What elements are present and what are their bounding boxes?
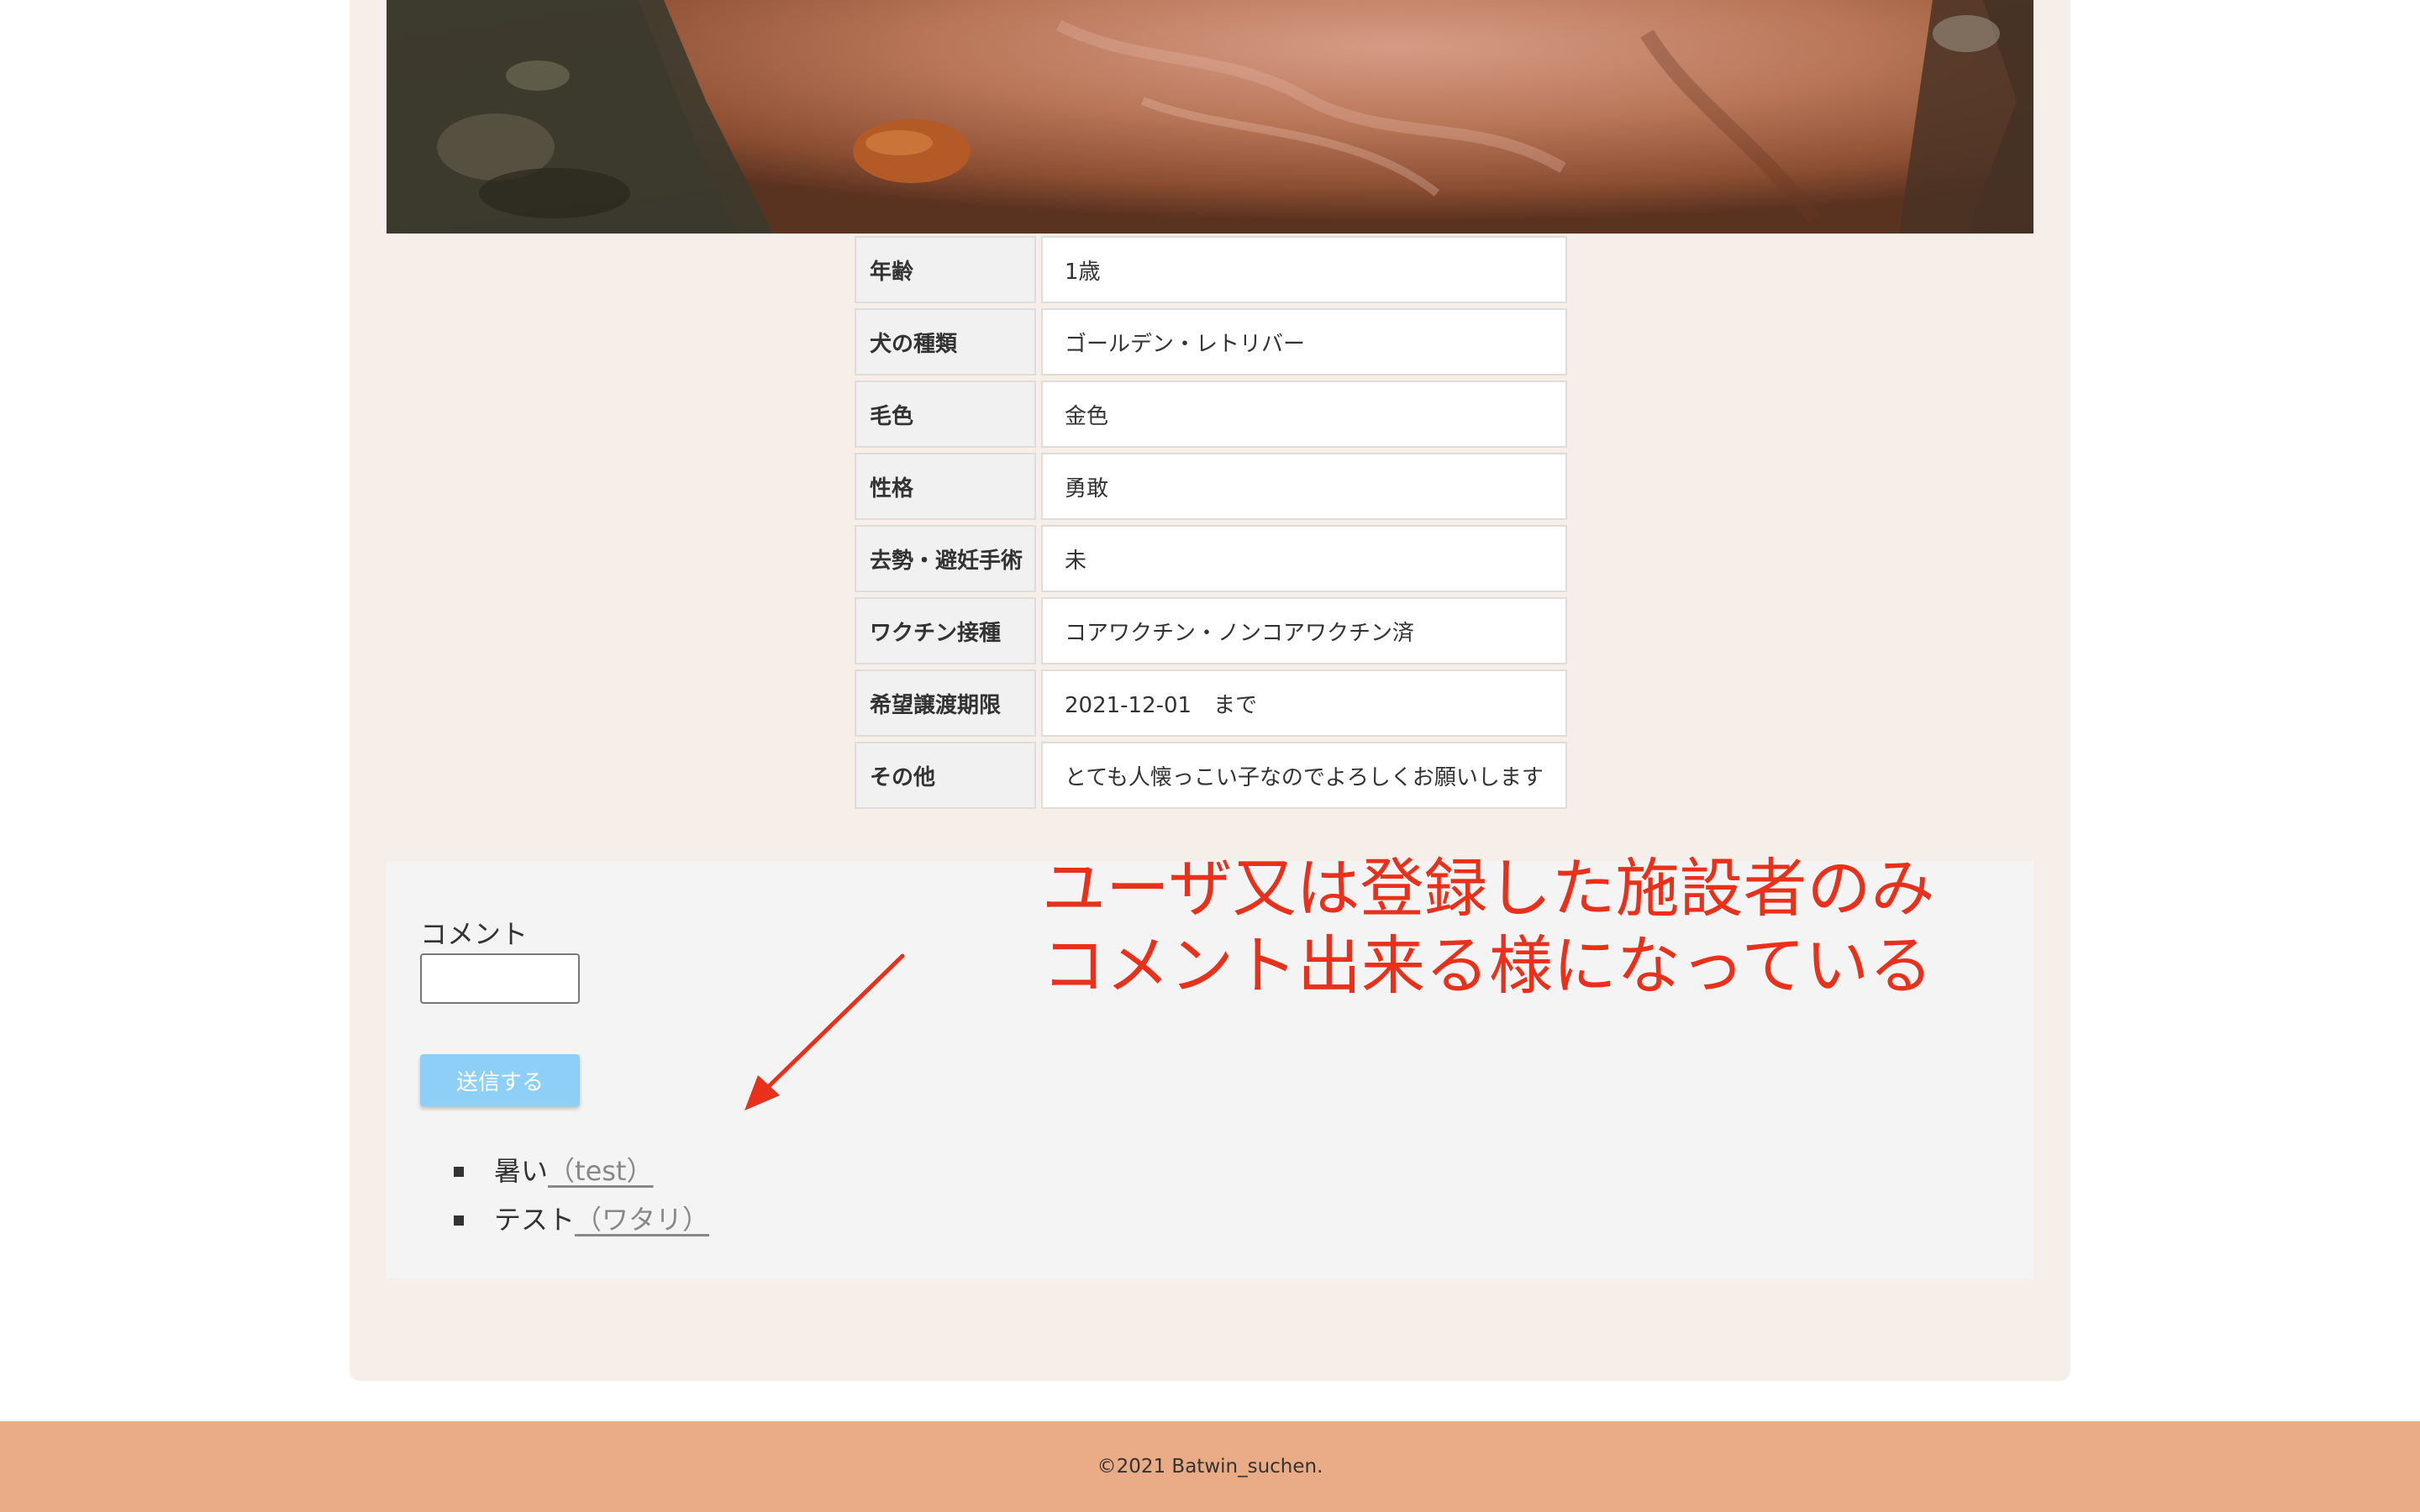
table-row: その他 とても人懐っこい子なのでよろしくお願いします — [855, 742, 1567, 809]
table-row: 犬の種類 ゴールデン・レトリバー — [855, 308, 1567, 375]
row-label-neutering: 去勢・避妊手術 — [855, 525, 1036, 592]
row-value-other: とても人懐っこい子なのでよろしくお願いします — [1041, 742, 1567, 809]
comment-author-link[interactable]: （test） — [548, 1155, 653, 1187]
row-label-age: 年齢 — [855, 236, 1036, 303]
table-row: 毛色 金色 — [855, 381, 1567, 448]
row-label-personality: 性格 — [855, 453, 1036, 520]
row-label-breed: 犬の種類 — [855, 308, 1036, 375]
row-label-coat-color: 毛色 — [855, 381, 1036, 448]
list-item: 暑い（test） — [420, 1147, 709, 1195]
list-item: テスト（ワタリ） — [420, 1195, 709, 1244]
row-value-age: 1歳 — [1041, 236, 1567, 303]
comment-input[interactable] — [420, 953, 580, 1004]
annotation-line-1: ユーザ又は登録した施設者のみ — [1042, 851, 1935, 926]
comment-list: 暑い（test） テスト（ワタリ） — [420, 1147, 709, 1244]
comment-label: コメント — [420, 918, 529, 950]
comment-text: 暑い — [494, 1155, 549, 1187]
row-label-transfer-deadline: 希望譲渡期限 — [855, 669, 1036, 737]
bullet-icon — [454, 1215, 464, 1226]
table-row: ワクチン接種 コアワクチン・ノンコアワクチン済 — [855, 597, 1567, 664]
copyright-text: ©2021 Batwin_suchen. — [1097, 1456, 1323, 1478]
annotation-note: ユーザ又は登録した施設者のみ コメント出来る様になっている — [1042, 850, 1934, 1005]
row-value-coat-color: 金色 — [1041, 381, 1567, 448]
bullet-icon — [454, 1167, 464, 1177]
row-value-vaccination: コアワクチン・ノンコアワクチン済 — [1041, 597, 1567, 664]
annotation-line-2: コメント出来る様になっている — [1042, 928, 1933, 1003]
dog-photo — [387, 0, 2033, 234]
table-row: 希望譲渡期限 2021-12-01 まで — [855, 669, 1567, 737]
row-value-personality: 勇敢 — [1041, 453, 1567, 520]
table-row: 性格 勇敢 — [855, 453, 1567, 520]
row-label-other: その他 — [855, 742, 1036, 809]
table-row: 年齢 1歳 — [855, 236, 1567, 303]
row-value-neutering: 未 — [1041, 525, 1567, 592]
row-value-breed: ゴールデン・レトリバー — [1041, 308, 1567, 375]
submit-button[interactable]: 送信する — [420, 1054, 580, 1106]
annotation-arrow-icon — [744, 953, 905, 1110]
table-row: 去勢・避妊手術 未 — [855, 525, 1567, 592]
footer: ©2021 Batwin_suchen. — [0, 1421, 2420, 1512]
comment-author-link[interactable]: （ワタリ） — [575, 1204, 709, 1236]
dog-profile-table: 年齢 1歳 犬の種類 ゴールデン・レトリバー 毛色 金色 性格 勇敢 去勢・避妊… — [850, 231, 1572, 814]
row-label-vaccination: ワクチン接種 — [855, 597, 1036, 664]
row-value-transfer-deadline: 2021-12-01 まで — [1041, 669, 1567, 737]
comment-text: テスト — [494, 1204, 576, 1236]
